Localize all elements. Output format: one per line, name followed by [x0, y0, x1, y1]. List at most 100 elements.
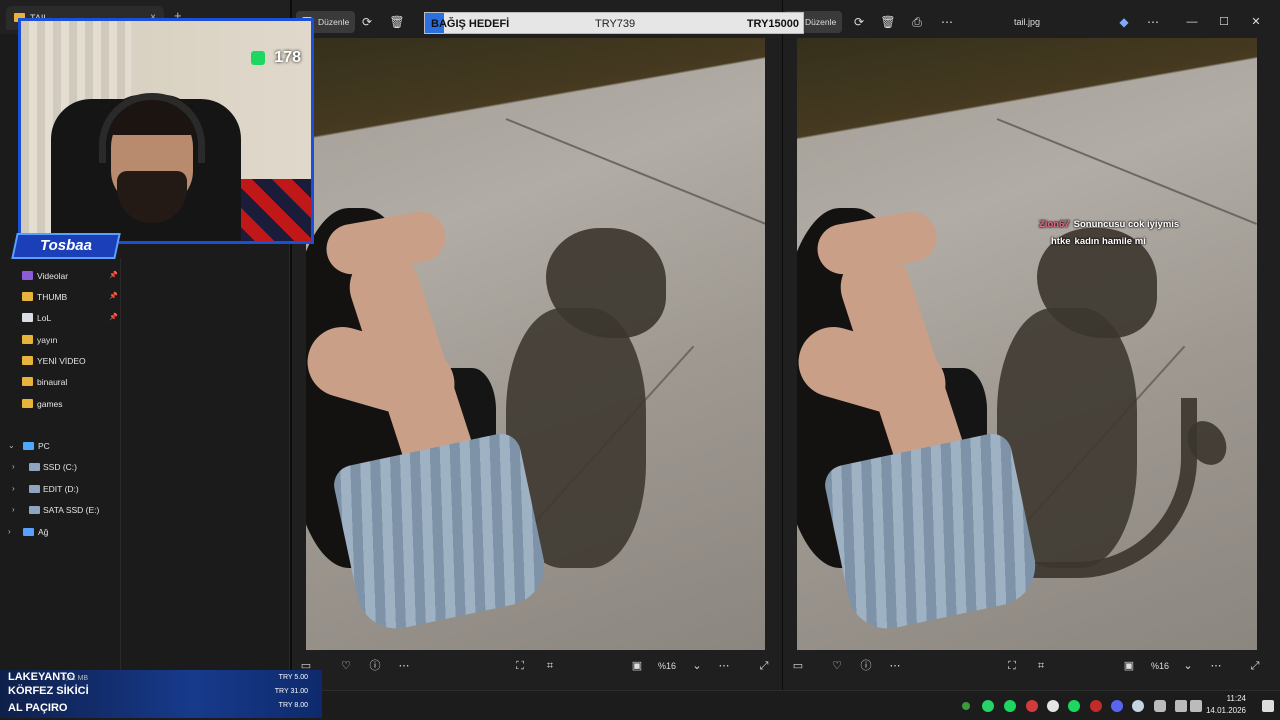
- fit-icon[interactable]: ▣: [1119, 656, 1139, 676]
- arrow-icon[interactable]: [962, 702, 970, 710]
- folder-icon: [22, 399, 33, 408]
- more-icon[interactable]: ⋯: [394, 656, 414, 676]
- chevron-right-icon[interactable]: ›: [8, 522, 11, 542]
- crop-icon[interactable]: ⛶: [510, 656, 530, 676]
- photo-plants: [306, 38, 765, 178]
- tree-item-network[interactable]: › Ağ: [8, 522, 118, 542]
- more-icon[interactable]: ⋯: [1206, 656, 1226, 676]
- status-file-size: 4,21 MB: [62, 675, 89, 682]
- pin-icon: 📌: [109, 314, 118, 321]
- favorite-icon[interactable]: ♡: [336, 656, 356, 676]
- volume-icon[interactable]: [1190, 700, 1202, 712]
- donation-row: AL PAÇIRO TRY 8.00: [0, 699, 322, 718]
- chevron-down-icon[interactable]: ⌄: [1178, 656, 1198, 676]
- info-icon[interactable]: ⓘ: [365, 656, 385, 676]
- app-icon[interactable]: [1090, 700, 1102, 712]
- network-icon[interactable]: [1175, 700, 1187, 712]
- drive-icon: [29, 506, 40, 514]
- chat-message: Zion67 Sonuncusu cok iyiymis: [1039, 219, 1179, 230]
- chevron-down-icon[interactable]: ⌄: [8, 436, 15, 456]
- zoom-level[interactable]: %16: [658, 656, 676, 676]
- tree-item-drive-c[interactable]: › SSD (C:): [12, 457, 118, 477]
- discord-icon[interactable]: [1111, 700, 1123, 712]
- more-icon[interactable]: ⋯: [885, 656, 905, 676]
- chat-username: htke: [1051, 236, 1071, 247]
- notification-icon[interactable]: [1262, 700, 1274, 712]
- rotate-icon[interactable]: ⟳: [848, 11, 870, 33]
- tree-item-drive-e[interactable]: › SATA SSD (E:): [12, 500, 118, 520]
- photo-plants: [797, 38, 1257, 178]
- edit-button-label: Düzenle: [318, 17, 350, 27]
- fullscreen-icon[interactable]: ⤢: [754, 656, 774, 676]
- folder-icon: [22, 292, 33, 301]
- maximize-button[interactable]: ☐: [1212, 11, 1236, 33]
- photos-window-left: Düzenle ⟳ 🗑 ▭ ♡ ⓘ ⋯ ⛶ ⌗ ▣ %16 ⌄ ⋯ ⤢: [292, 0, 782, 690]
- file-icon: [22, 313, 33, 322]
- clock-date[interactable]: 14.01.2026: [1206, 706, 1246, 715]
- tree-item-label: EDIT (D:): [43, 484, 79, 494]
- whatsapp-icon[interactable]: [982, 700, 994, 712]
- sidebar-item-yeni-video[interactable]: YENİ VİDEO: [22, 351, 120, 371]
- webcam-overlay: 178: [18, 18, 314, 244]
- photo-bottom-bar: ▭ ♡ ⓘ ⋯ ⛶ ⌗ ▣ %16 ⌄ ⋯ ⤢: [783, 652, 1280, 680]
- fullscreen-icon[interactable]: ⤢: [1245, 656, 1265, 676]
- microphone-icon[interactable]: [1154, 700, 1166, 712]
- app-icon[interactable]: [1026, 700, 1038, 712]
- spotify-icon[interactable]: [1068, 700, 1080, 712]
- fit-icon[interactable]: ▣: [627, 656, 647, 676]
- app-icon[interactable]: [1047, 700, 1059, 712]
- print-icon[interactable]: ⎙: [906, 11, 928, 33]
- video-folder-icon: [22, 271, 33, 280]
- edit-button-label: Düzenle: [805, 17, 837, 27]
- chevron-right-icon[interactable]: ›: [12, 479, 15, 499]
- pin-icon: 📌: [109, 272, 118, 279]
- steam-icon[interactable]: [1132, 700, 1144, 712]
- photos-window-right: Düzenle ⟳ 🗑 ⎙ ⋯ tail.jpg ◆ ⋯ — ☐ ✕ Zion6…: [783, 0, 1280, 690]
- delete-icon[interactable]: 🗑: [386, 11, 408, 33]
- zoom-level[interactable]: %16: [1151, 656, 1169, 676]
- info-icon[interactable]: ⓘ: [856, 656, 876, 676]
- tree-item-label: Ağ: [38, 527, 49, 537]
- sidebar-item-videolar[interactable]: Videolar 📌: [22, 266, 120, 286]
- tree-item-pc[interactable]: ⌄ PC: [8, 436, 118, 456]
- photo-edited: [797, 38, 1257, 650]
- favorite-icon[interactable]: ♡: [827, 656, 847, 676]
- sidebar-item-label: LoL: [37, 313, 52, 323]
- sidebar-item-label: binaural: [37, 377, 68, 387]
- folder-icon: [22, 356, 33, 365]
- filmstrip-icon[interactable]: ▭: [788, 656, 808, 676]
- donor-name: AL PAÇIRO: [8, 702, 68, 714]
- more-icon[interactable]: ⋯: [714, 656, 734, 676]
- more-icon[interactable]: ⋯: [936, 11, 958, 33]
- sidebar-item-games[interactable]: games: [22, 394, 120, 414]
- sidebar-item-label: Videolar: [37, 271, 69, 281]
- streamer-name: Tosbaa: [40, 237, 92, 254]
- ocr-icon[interactable]: ⌗: [540, 656, 560, 676]
- donation-goal-bar: BAĞIŞ HEDEFİ TRY739 TRY15000: [424, 12, 804, 34]
- sidebar-item-thumb[interactable]: THUMB 📌: [22, 287, 120, 307]
- close-button[interactable]: ✕: [1244, 11, 1268, 33]
- minimize-button[interactable]: —: [1180, 11, 1204, 33]
- photo-original: [306, 38, 765, 650]
- chevron-right-icon[interactable]: ›: [12, 500, 15, 520]
- sidebar-item-label: THUMB: [37, 292, 68, 302]
- more-icon[interactable]: ⋯: [1142, 11, 1164, 33]
- sidebar-item-lol[interactable]: LoL 📌: [22, 308, 120, 328]
- folder-icon: [22, 377, 33, 386]
- delete-icon[interactable]: 🗑: [877, 11, 899, 33]
- tree-item-label: SATA SSD (E:): [43, 505, 100, 515]
- clock-time[interactable]: 11:24: [1227, 694, 1246, 703]
- sidebar-item-binaural[interactable]: binaural: [22, 372, 120, 392]
- chevron-right-icon[interactable]: ›: [12, 457, 15, 477]
- chevron-down-icon[interactable]: ⌄: [687, 656, 707, 676]
- copilot-icon[interactable]: ◆: [1113, 11, 1135, 33]
- sidebar-item-yayin[interactable]: yayın: [22, 330, 120, 350]
- tree-item-drive-d[interactable]: › EDIT (D:): [12, 479, 118, 499]
- play-icon[interactable]: [1004, 700, 1016, 712]
- crop-icon[interactable]: ⛶: [1002, 656, 1022, 676]
- tree-item-label: PC: [38, 441, 50, 451]
- pc-icon: [23, 442, 34, 450]
- ocr-icon[interactable]: ⌗: [1031, 656, 1051, 676]
- rotate-icon[interactable]: ⟳: [356, 11, 378, 33]
- donation-amount: TRY 8.00: [278, 702, 308, 709]
